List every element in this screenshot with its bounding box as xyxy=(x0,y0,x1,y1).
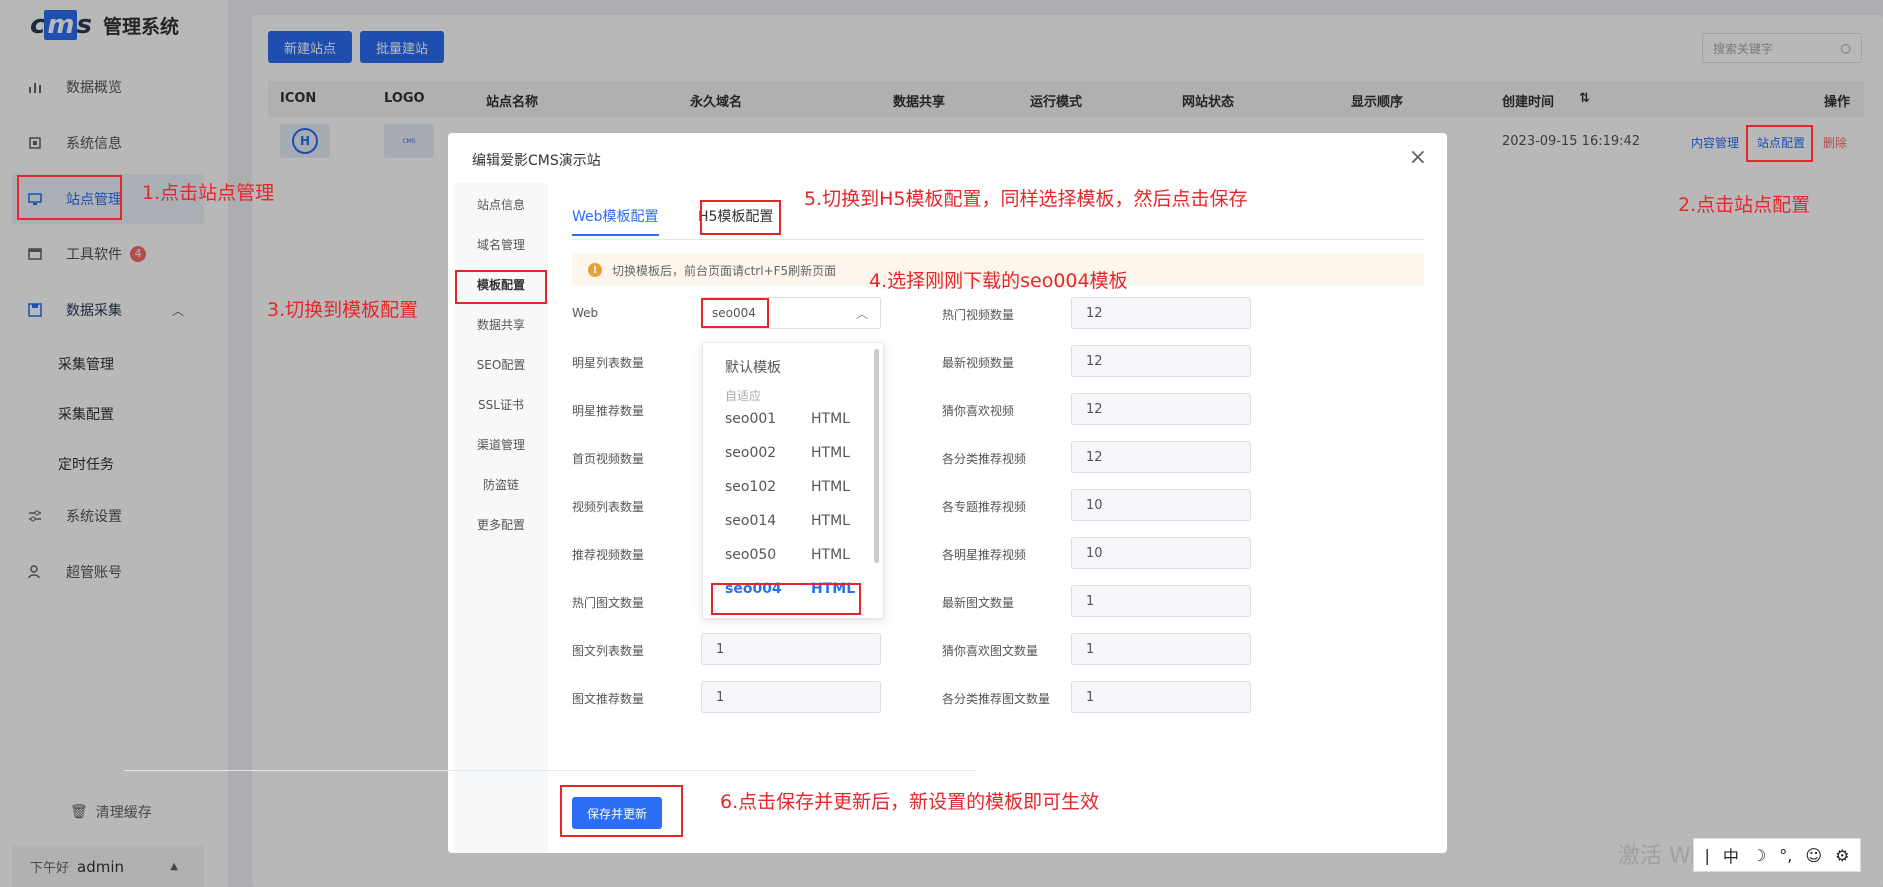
field-label: 各明星推荐视频 xyxy=(942,548,1027,562)
ime-mode[interactable]: 中 xyxy=(1723,843,1739,867)
dropdown-option[interactable]: seo014 HTML xyxy=(725,513,865,529)
field-input[interactable]: 12 xyxy=(1071,393,1251,425)
field-input[interactable]: 12 xyxy=(1071,345,1251,377)
field-input[interactable]: 1 xyxy=(1071,681,1251,713)
side-item-more[interactable]: 更多配置 xyxy=(454,516,548,533)
ime-handle-icon: | xyxy=(1704,845,1710,865)
dropdown-option[interactable]: seo050 HTML xyxy=(725,547,865,563)
annotation-box xyxy=(701,298,769,328)
option-tag: HTML xyxy=(811,479,850,495)
field-label: 首页视频数量 xyxy=(572,452,645,466)
option-tag: HTML xyxy=(811,513,850,529)
footer-divider xyxy=(124,770,976,771)
field-label: 图文推荐数量 xyxy=(572,692,645,706)
option-name: seo050 xyxy=(725,547,777,563)
field-label: 明星列表数量 xyxy=(572,356,645,370)
ime-toolbar[interactable]: | 中 ☽ °, ☺ ⚙ xyxy=(1693,838,1861,872)
field-label: 最新图文数量 xyxy=(942,596,1015,610)
notice-text: 切换模板后，前台页面请ctrl+F5刷新页面 xyxy=(612,263,837,278)
dropdown-option[interactable]: seo002 HTML xyxy=(725,445,865,461)
field-input[interactable]: 1 xyxy=(1071,585,1251,617)
option-tag: HTML xyxy=(811,547,850,563)
field-label: 各分类推荐图文数量 xyxy=(942,692,1051,706)
side-item-site-info[interactable]: 站点信息 xyxy=(454,196,548,213)
template-dropdown: 默认模板 自适应 seo001 HTML seo002 HTML seo102 HTM… xyxy=(702,342,884,619)
side-item-channel[interactable]: 渠道管理 xyxy=(454,436,548,453)
field-input[interactable]: 12 xyxy=(1071,441,1251,473)
annotation-step-6: 6.点击保存并更新后，新设置的模板即可生效 xyxy=(720,791,1100,813)
field-input[interactable]: 1 xyxy=(1071,633,1251,665)
moon-icon[interactable]: ☽ xyxy=(1752,846,1766,865)
field-label: 视频列表数量 xyxy=(572,500,645,514)
option-name: seo001 xyxy=(725,411,777,427)
dropdown-option[interactable]: seo102 HTML xyxy=(725,479,865,495)
annotation-box xyxy=(711,583,861,615)
dropdown-option-default[interactable]: 默认模板 xyxy=(725,357,865,377)
option-name: seo002 xyxy=(725,445,777,461)
annotation-step-1: 1.点击站点管理 xyxy=(142,182,275,204)
option-tag: HTML xyxy=(811,411,850,427)
field-label: 热门图文数量 xyxy=(572,596,645,610)
field-input[interactable]: 10 xyxy=(1071,489,1251,521)
web-template-label: Web xyxy=(572,306,599,320)
annotation-box xyxy=(560,785,683,837)
field-input[interactable]: 1 xyxy=(701,681,881,713)
field-input[interactable]: 12 xyxy=(1071,297,1251,329)
chevron-up-icon: ︿ xyxy=(855,306,868,321)
annotation-box xyxy=(455,270,547,304)
annotation-box xyxy=(700,200,781,235)
dropdown-scrollbar[interactable] xyxy=(874,349,879,563)
field-input[interactable]: 1 xyxy=(701,633,881,665)
field-label: 猜你喜欢图文数量 xyxy=(942,644,1039,658)
field-label: 最新视频数量 xyxy=(942,356,1015,370)
tab-web-template[interactable]: Web模板配置 xyxy=(572,206,659,236)
annotation-box xyxy=(1746,125,1813,162)
field-label: 图文列表数量 xyxy=(572,644,645,658)
annotation-step-4: 4.选择刚刚下载的seo004模板 xyxy=(869,270,1128,292)
annotation-box xyxy=(17,175,122,220)
option-name: seo102 xyxy=(725,479,777,495)
option-name: seo014 xyxy=(725,513,777,529)
punctuation-icon[interactable]: °, xyxy=(1779,846,1792,865)
field-label: 各分类推荐视频 xyxy=(942,452,1027,466)
annotation-step-5: 5.切换到H5模板配置，同样选择模板，然后点击保存 xyxy=(804,188,1248,210)
annotation-step-3: 3.切换到模板配置 xyxy=(267,299,419,321)
field-label: 明星推荐数量 xyxy=(572,404,645,418)
field-label: 猜你喜欢视频 xyxy=(942,404,1015,418)
gear-icon[interactable]: ⚙ xyxy=(1835,846,1849,865)
edit-site-dialog: 编辑爱影CMS演示站 × 站点信息 域名管理 模板配置 数据共享 SEO配置 S… xyxy=(448,133,1447,853)
dialog-title: 编辑爱影CMS演示站 xyxy=(472,153,601,169)
side-item-seo[interactable]: SEO配置 xyxy=(454,356,548,373)
dropdown-group-label: 自适应 xyxy=(725,389,762,403)
side-item-anti-leech[interactable]: 防盗链 xyxy=(454,476,548,493)
side-item-ssl[interactable]: SSL证书 xyxy=(454,396,548,413)
option-tag: HTML xyxy=(811,445,850,461)
field-input[interactable]: 10 xyxy=(1071,537,1251,569)
close-icon[interactable]: × xyxy=(1409,145,1427,170)
side-item-domain[interactable]: 域名管理 xyxy=(454,236,548,253)
field-label: 热门视频数量 xyxy=(942,308,1015,322)
warning-icon: ! xyxy=(588,263,602,277)
dropdown-option[interactable]: seo001 HTML xyxy=(725,411,865,427)
field-label: 推荐视频数量 xyxy=(572,548,645,562)
field-label: 各专题推荐视频 xyxy=(942,500,1027,514)
side-item-data-share[interactable]: 数据共享 xyxy=(454,316,548,333)
emoji-icon[interactable]: ☺ xyxy=(1805,846,1822,865)
annotation-step-2: 2.点击站点配置 xyxy=(1678,194,1811,216)
